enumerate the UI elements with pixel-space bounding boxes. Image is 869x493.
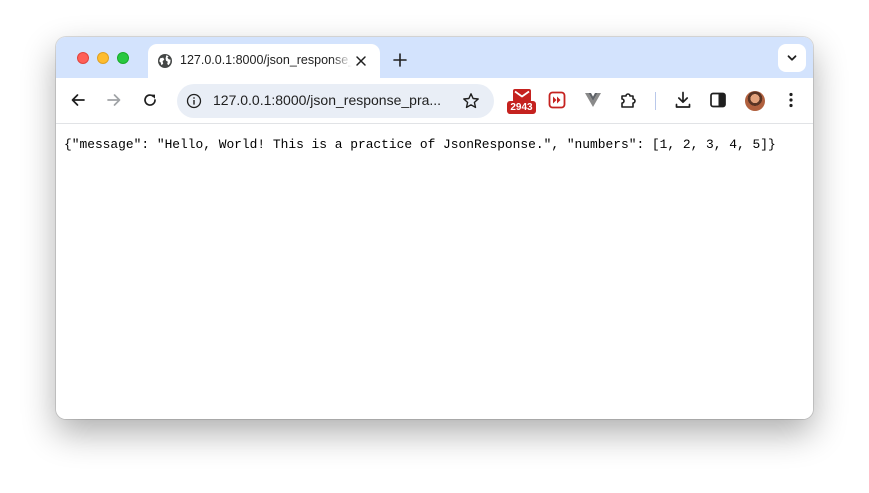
info-icon[interactable] bbox=[186, 93, 202, 109]
active-tab[interactable]: 127.0.0.1:8000/json_response_practice bbox=[148, 44, 380, 78]
vue-devtools-extension-icon[interactable] bbox=[582, 89, 604, 111]
kebab-menu-icon[interactable] bbox=[780, 89, 802, 111]
address-url[interactable]: 127.0.0.1:8000/json_response_pra... bbox=[213, 92, 455, 110]
page-content: {"message": "Hello, World! This is a pra… bbox=[56, 124, 813, 419]
chevron-down-icon bbox=[787, 55, 797, 61]
star-icon[interactable] bbox=[462, 92, 480, 110]
gmail-unread-badge: 2943 bbox=[507, 101, 536, 114]
reload-icon[interactable] bbox=[139, 89, 161, 111]
fast-forward-extension-icon[interactable] bbox=[546, 89, 568, 111]
globe-icon bbox=[158, 54, 172, 68]
avatar[interactable] bbox=[745, 91, 765, 111]
arrow-right-icon[interactable] bbox=[103, 89, 125, 111]
arrow-left-icon[interactable] bbox=[67, 89, 89, 111]
puzzle-extensions-icon[interactable] bbox=[618, 89, 640, 111]
side-panel-icon[interactable] bbox=[707, 89, 729, 111]
minimize-window-button[interactable] bbox=[97, 52, 109, 64]
zoom-window-button[interactable] bbox=[117, 52, 129, 64]
plus-icon[interactable] bbox=[391, 51, 409, 69]
close-window-button[interactable] bbox=[77, 52, 89, 64]
browser-window: 127.0.0.1:8000/json_response_practice bbox=[56, 37, 813, 419]
json-response-text: {"message": "Hello, World! This is a pra… bbox=[64, 137, 776, 152]
tab-search-button[interactable] bbox=[778, 44, 806, 72]
close-icon[interactable] bbox=[355, 55, 367, 67]
tab-strip: 127.0.0.1:8000/json_response_practice bbox=[56, 37, 813, 78]
address-bar[interactable]: 127.0.0.1:8000/json_response_pra... bbox=[177, 84, 494, 118]
download-icon[interactable] bbox=[672, 89, 694, 111]
tab-title: 127.0.0.1:8000/json_response_practice bbox=[180, 53, 352, 67]
toolbar: 127.0.0.1:8000/json_response_pra... 2943 bbox=[56, 78, 813, 124]
toolbar-divider bbox=[655, 92, 656, 110]
